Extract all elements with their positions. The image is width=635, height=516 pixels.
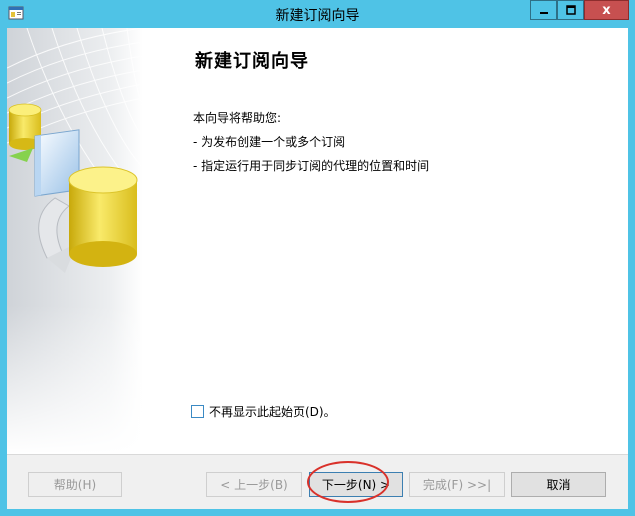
wizard-content-area: 新建订阅向导 本向导将帮助您: - 为发布创建一个或多个订阅 - 指定运行用于同…: [7, 28, 628, 454]
help-button[interactable]: 帮助(H): [28, 472, 122, 497]
minimize-button[interactable]: [530, 0, 557, 20]
skip-start-page-option[interactable]: 不再显示此起始页(D)。: [191, 403, 336, 420]
maximize-button[interactable]: [557, 0, 584, 20]
maximize-icon: [565, 5, 576, 15]
title-bar[interactable]: 新建订阅向导 x: [0, 0, 635, 28]
skip-start-page-label: 不再显示此起始页(D)。: [209, 405, 336, 419]
next-button[interactable]: 下一步(N) >: [309, 472, 403, 497]
bullet-item: - 为发布创建一个或多个订阅: [193, 135, 346, 149]
close-icon: x: [602, 2, 611, 18]
minimize-icon: [539, 12, 548, 14]
page-title: 新建订阅向导: [195, 51, 309, 72]
bullet-item: - 指定运行用于同步订阅的代理的位置和时间: [193, 159, 430, 173]
skip-start-page-checkbox[interactable]: [191, 405, 204, 418]
close-button[interactable]: x: [584, 0, 629, 20]
wizard-window: 新建订阅向导 x 新建订阅向导 本向导将帮助您: - 为发布创建一个或多个订阅 …: [0, 0, 635, 516]
intro-text: 本向导将帮助您:: [193, 111, 282, 125]
finish-button[interactable]: 完成(F) >>|: [409, 472, 505, 497]
cancel-button[interactable]: 取消: [511, 472, 606, 497]
button-bar: 帮助(H) < 上一步(B) 下一步(N) > 完成(F) >>| 取消: [7, 454, 628, 509]
back-button[interactable]: < 上一步(B): [206, 472, 302, 497]
database-cylinders-icon: [7, 28, 143, 454]
side-illustration: [7, 28, 143, 454]
